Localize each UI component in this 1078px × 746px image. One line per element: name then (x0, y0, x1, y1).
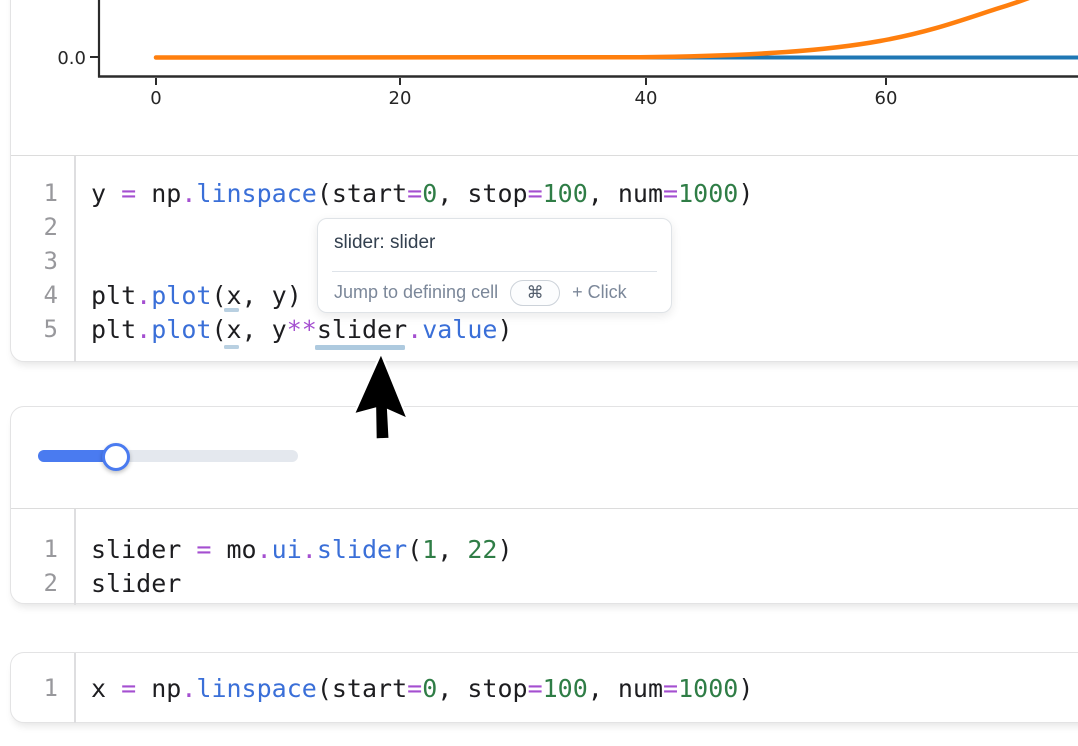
cell-slider: 1 slider = mo.ui.slider(1, 22) 2 slider (10, 406, 1078, 604)
variable-tooltip: slider: slider Jump to defining cell ⌘ +… (317, 218, 672, 313)
line-number: 1 (11, 535, 74, 563)
notebook-page: 1 y = np.linspace(start=0, stop=100, num=… (0, 0, 1078, 746)
code-editor[interactable]: 1 slider = mo.ui.slider(1, 22) 2 slider (11, 509, 1078, 605)
tooltip-hint-row: Jump to defining cell ⌘ + Click (334, 273, 661, 312)
line-number: 2 (11, 213, 74, 241)
line-number: 1 (11, 179, 74, 207)
line-number: 4 (11, 281, 74, 309)
x-ref-underline (224, 345, 239, 349)
code-text[interactable]: x = np.linspace(start=0, stop=100, num=1… (91, 674, 753, 703)
plot-output-area (11, 0, 1078, 156)
slider-ref-underline-hover[interactable] (315, 345, 405, 350)
code-text[interactable]: plt.plot(x, y**slider.value) (91, 315, 513, 344)
code-line[interactable]: 1 y = np.linspace(start=0, stop=100, num=… (11, 176, 1078, 210)
line-number: 2 (11, 569, 74, 597)
cell-x-linspace: 1 x = np.linspace(start=0, stop=100, num=… (10, 652, 1078, 723)
slider-handle[interactable] (102, 443, 130, 471)
code-text[interactable]: y = np.linspace(start=0, stop=100, num=1… (91, 179, 753, 208)
line-number: 5 (11, 315, 74, 343)
tooltip-divider (332, 271, 657, 272)
command-key-icon: ⌘ (510, 280, 560, 306)
tooltip-click-label: + Click (572, 282, 627, 303)
code-text[interactable]: slider = mo.ui.slider(1, 22) (91, 535, 513, 564)
code-text[interactable]: slider (91, 569, 181, 598)
code-editor[interactable]: 1 x = np.linspace(start=0, stop=100, num=… (11, 653, 1078, 723)
code-text[interactable]: plt.plot(x, y) (91, 281, 302, 310)
code-line[interactable]: 5 plt.plot(x, y**slider.value) (11, 312, 1078, 346)
tooltip-title: slider: slider (334, 232, 655, 254)
line-number: 1 (11, 674, 74, 702)
code-line[interactable]: 1 x = np.linspace(start=0, stop=100, num=… (11, 671, 1078, 705)
line-number: 3 (11, 247, 74, 275)
code-line[interactable]: 2 slider (11, 566, 1078, 600)
x-ref-underline (224, 308, 239, 312)
code-line[interactable]: 1 slider = mo.ui.slider(1, 22) (11, 532, 1078, 566)
tooltip-action-label: Jump to defining cell (334, 282, 498, 303)
